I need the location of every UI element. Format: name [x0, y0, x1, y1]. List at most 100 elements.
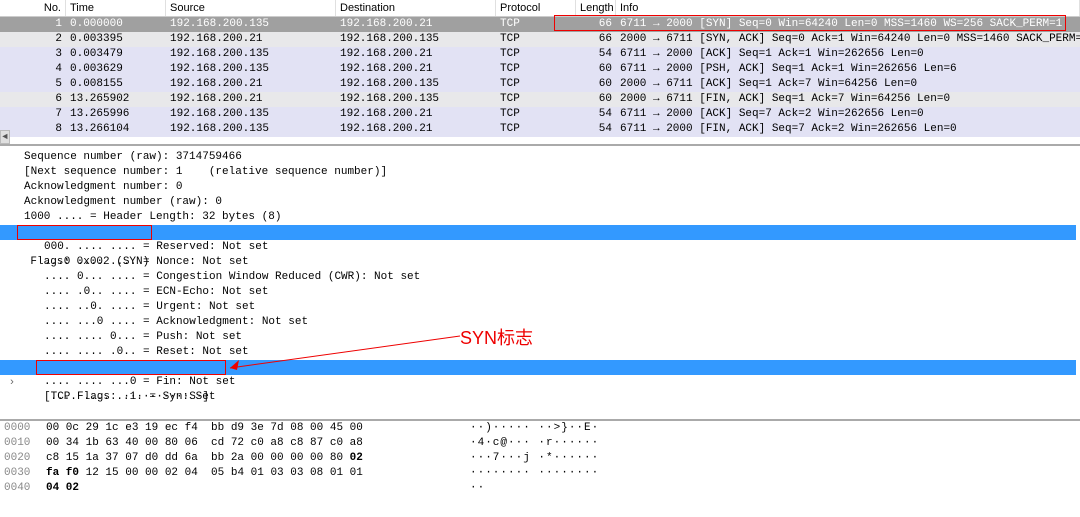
packet-cell: TCP — [496, 17, 576, 32]
packet-row[interactable]: 713.265996192.168.200.135192.168.200.21T… — [0, 107, 1080, 122]
hex-ascii: ·4·c@··· ·r······ — [460, 436, 599, 451]
detail-ack-num: Acknowledgment number: 0 — [4, 180, 1076, 195]
packet-cell: 13.265996 — [66, 107, 166, 122]
hex-row[interactable]: 0020c8 15 1a 37 07 d0 dd 6a bb 2a 00 00 … — [0, 451, 1080, 466]
hex-dump-pane[interactable]: 000000 0c 29 1c e3 19 ec f4 bb d9 3e 7d … — [0, 421, 1080, 517]
packet-row[interactable]: 613.265902192.168.200.21192.168.200.135T… — [0, 92, 1080, 107]
col-header-source[interactable]: Source — [166, 0, 336, 16]
packet-cell: 0.003479 — [66, 47, 166, 62]
hex-bytes: 04 02 — [40, 481, 460, 496]
packet-cell: 54 — [576, 107, 616, 122]
packet-cell: 2000 → 6711 [ACK] Seq=1 Ack=7 Win=64256 … — [616, 77, 1080, 92]
detail-flag-ecn: .... .0.. .... = ECN-Echo: Not set — [4, 285, 1076, 300]
packet-cell: TCP — [496, 92, 576, 107]
packet-cell: 54 — [576, 47, 616, 62]
packet-row[interactable]: 20.003395192.168.200.21192.168.200.135TC… — [0, 32, 1080, 47]
col-header-destination[interactable]: Destination — [336, 0, 496, 16]
packet-cell: 192.168.200.135 — [166, 47, 336, 62]
detail-flag-reserved: 000. .... .... = Reserved: Not set — [4, 240, 1076, 255]
detail-next-seq: [Next sequence number: 1 (relative seque… — [4, 165, 1076, 180]
packet-cell: 5 — [0, 77, 66, 92]
packet-cell: TCP — [496, 32, 576, 47]
hex-ascii: ·· — [460, 481, 485, 496]
packet-list-header: No. Time Source Destination Protocol Len… — [0, 0, 1080, 17]
hex-offset: 0010 — [0, 436, 40, 451]
detail-flag-syn[interactable]: › .... .... ..1. = Syn: Set — [0, 360, 1076, 375]
hex-row[interactable]: 004004 02·· — [0, 481, 1080, 496]
packet-cell: 192.168.200.135 — [166, 107, 336, 122]
hex-ascii: ········ ········ — [460, 466, 599, 481]
packet-cell: 60 — [576, 77, 616, 92]
detail-header-len: 1000 .... = Header Length: 32 bytes (8) — [4, 210, 1076, 225]
packet-cell: 192.168.200.135 — [166, 62, 336, 77]
hex-bytes: fa f0 12 15 00 00 02 04 05 b4 01 03 03 0… — [40, 466, 460, 481]
packet-cell: 0.000000 — [66, 17, 166, 32]
hex-bytes: 00 0c 29 1c e3 19 ec f4 bb d9 3e 7d 08 0… — [40, 421, 460, 436]
packet-cell: 7 — [0, 107, 66, 122]
chevron-left-icon: ◄ — [2, 132, 7, 142]
packet-cell: 192.168.200.21 — [166, 77, 336, 92]
hex-offset: 0030 — [0, 466, 40, 481]
detail-flag-rst: .... .... .0.. = Reset: Not set — [4, 345, 1076, 360]
packet-cell: TCP — [496, 47, 576, 62]
packet-cell: TCP — [496, 77, 576, 92]
packet-cell: 6711 → 2000 [SYN] Seq=0 Win=64240 Len=0 … — [616, 17, 1080, 32]
detail-seq-raw: Sequence number (raw): 3714759466 — [4, 150, 1076, 165]
packet-cell: 0.003395 — [66, 32, 166, 47]
packet-cell: 60 — [576, 62, 616, 77]
packet-cell: 1 — [0, 17, 66, 32]
detail-flag-ack: .... ...0 .... = Acknowledgment: Not set — [4, 315, 1076, 330]
packet-cell: 192.168.200.135 — [336, 92, 496, 107]
packet-row[interactable]: 30.003479192.168.200.135192.168.200.21TC… — [0, 47, 1080, 62]
packet-cell: 66 — [576, 17, 616, 32]
col-header-info[interactable]: Info — [616, 0, 1080, 16]
hex-row[interactable]: 0030fa f0 12 15 00 00 02 04 05 b4 01 03 … — [0, 466, 1080, 481]
packet-details-pane[interactable]: Sequence number (raw): 3714759466 [Next … — [0, 146, 1080, 421]
detail-flags-header[interactable]: ∨ Flags: 0x002 (SYN) — [0, 225, 1076, 240]
packet-list-pane[interactable]: No. Time Source Destination Protocol Len… — [0, 0, 1080, 146]
packet-cell: 192.168.200.21 — [166, 92, 336, 107]
detail-flag-syn-text: .... .... ..1. = Syn: Set — [30, 391, 215, 403]
packet-cell: 0.008155 — [66, 77, 166, 92]
packet-cell: TCP — [496, 122, 576, 137]
detail-flags-text: Flags: 0x002 (SYN) — [30, 256, 149, 268]
hex-row[interactable]: 000000 0c 29 1c e3 19 ec f4 bb d9 3e 7d … — [0, 421, 1080, 436]
detail-flag-psh: .... .... 0... = Push: Not set — [4, 330, 1076, 345]
packet-cell: 192.168.200.21 — [336, 17, 496, 32]
packet-row[interactable]: 40.003629192.168.200.135192.168.200.21TC… — [0, 62, 1080, 77]
scroll-left-arrow-icon[interactable]: ◄ — [0, 130, 10, 144]
packet-cell: 4 — [0, 62, 66, 77]
tree-expand-icon[interactable]: › — [6, 375, 18, 390]
packet-row[interactable]: 813.266104192.168.200.135192.168.200.21T… — [0, 122, 1080, 137]
packet-cell: 0.003629 — [66, 62, 166, 77]
packet-cell: 2000 → 6711 [SYN, ACK] Seq=0 Ack=1 Win=6… — [616, 32, 1080, 47]
hex-row[interactable]: 001000 34 1b 63 40 00 80 06 cd 72 c0 a8 … — [0, 436, 1080, 451]
packet-cell: 6711 → 2000 [ACK] Seq=7 Ack=2 Win=262656… — [616, 107, 1080, 122]
packet-cell: 192.168.200.135 — [336, 32, 496, 47]
col-header-no[interactable]: No. — [0, 0, 66, 16]
col-header-time[interactable]: Time — [66, 0, 166, 16]
hex-bytes: 00 34 1b 63 40 00 80 06 cd 72 c0 a8 c8 8… — [40, 436, 460, 451]
packet-cell: 13.266104 — [66, 122, 166, 137]
packet-cell: 192.168.200.21 — [336, 107, 496, 122]
packet-cell: 192.168.200.135 — [166, 17, 336, 32]
packet-cell: TCP — [496, 107, 576, 122]
packet-row[interactable]: 10.000000192.168.200.135192.168.200.21TC… — [0, 17, 1080, 32]
packet-row[interactable]: 50.008155192.168.200.21192.168.200.135TC… — [0, 77, 1080, 92]
packet-cell: 2 — [0, 32, 66, 47]
packet-rows-container: 10.000000192.168.200.135192.168.200.21TC… — [0, 17, 1080, 137]
packet-cell: 3 — [0, 47, 66, 62]
packet-cell: 192.168.200.21 — [336, 122, 496, 137]
packet-cell: 6711 → 2000 [PSH, ACK] Seq=1 Ack=1 Win=2… — [616, 62, 1080, 77]
detail-flag-fin: .... .... ...0 = Fin: Not set — [4, 375, 1076, 390]
col-header-length[interactable]: Length — [576, 0, 616, 16]
packet-cell: 6711 → 2000 [ACK] Seq=1 Ack=1 Win=262656… — [616, 47, 1080, 62]
packet-cell: 192.168.200.135 — [336, 77, 496, 92]
hex-offset: 0040 — [0, 481, 40, 496]
hex-ascii: ···7···j ·*······ — [460, 451, 599, 466]
packet-cell: 54 — [576, 122, 616, 137]
packet-cell: 13.265902 — [66, 92, 166, 107]
col-header-protocol[interactable]: Protocol — [496, 0, 576, 16]
packet-cell: 192.168.200.21 — [166, 32, 336, 47]
packet-cell: 60 — [576, 92, 616, 107]
